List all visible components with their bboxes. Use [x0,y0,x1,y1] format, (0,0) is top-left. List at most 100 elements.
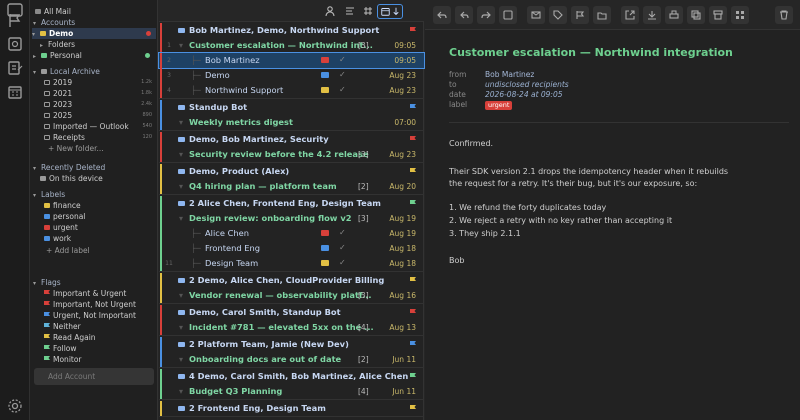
copy-button[interactable] [687,6,705,24]
thread-subject-row[interactable]: ▾ Weekly metrics digest 07:00 [159,115,424,130]
archive-folder[interactable]: 2019 1.2k [44,77,156,88]
thread-header-row[interactable]: 2 Demo, Alice Chen, CloudProvider Billin… [159,273,424,288]
section-local-archive[interactable]: ▾ Local Archive [33,66,100,77]
expand-arrow-icon[interactable]: ▾ [179,384,183,399]
move-button[interactable] [593,6,611,24]
flag-filter[interactable]: Important & Urgent [44,288,126,299]
folder-all-mail[interactable]: All Mail [35,6,71,17]
flag-filter[interactable]: Read Again [44,332,96,343]
open-window-button[interactable] [621,6,639,24]
archive-folder[interactable]: Receipts 120 [44,132,156,143]
add-account-button[interactable]: Add Account [34,368,154,385]
expand-arrow-icon[interactable]: ▾ [179,352,183,367]
thread-subject-row[interactable]: ▾ Incident #781 — elevated 5xx on the ...… [159,320,424,335]
thread-header-row[interactable]: 4 Demo, Carol Smith, Bob Martinez, Alice… [159,369,424,384]
thread-header-row[interactable]: 2 Frontend Eng, Design Team [159,401,424,416]
archive-folder[interactable]: 2025 890 [44,110,156,121]
thread-header-row[interactable]: Demo, Bob Martinez, Security [159,132,424,147]
thread-subject-row[interactable]: ▾ Q4 hiring plan — platform team [2] Aug 20 [159,179,424,194]
reply-all-button[interactable] [455,6,473,24]
account-demo[interactable]: ▾ Demo [32,28,156,39]
flag-filter[interactable]: Important, Not Urgent [44,299,136,310]
text-filter-icon[interactable] [344,5,356,17]
download-button[interactable] [643,6,661,24]
on-this-device[interactable]: On this device [40,173,103,184]
mark-read-button[interactable] [527,6,545,24]
edit-button[interactable] [499,6,517,24]
thread-subject-row[interactable]: ▾ Design review: onboarding flow v2 [3] Aug… [159,211,424,226]
flag-icon[interactable] [410,277,416,283]
label-button[interactable] [549,6,567,24]
flag-icon[interactable] [410,405,416,411]
thread-header-row[interactable]: 2 Platform Team, Jamie (New Dev) [159,337,424,352]
apps-button[interactable] [731,6,749,24]
flag-icon[interactable] [410,200,416,206]
sort-date-button[interactable] [377,4,403,19]
sender-name[interactable]: Bob Martinez [485,70,534,80]
flag-icon[interactable] [410,373,416,379]
forward-button[interactable] [477,6,495,24]
archive-icon[interactable] [7,36,23,52]
thread-subject-row[interactable]: ▾ Vendor renewal — observability platf...… [159,288,424,303]
compose-icon[interactable] [7,60,23,76]
thread-subject-row[interactable]: 1 ▾ Customer escalation — Northwind int...… [159,38,424,53]
expand-arrow-icon[interactable]: ▾ [179,147,183,162]
message-row[interactable]: 11 ├─ Design Team ✓ Aug 18 [159,256,424,271]
label-item[interactable]: finance [44,200,81,211]
section-recently-deleted[interactable]: ▾ Recently Deleted [33,162,105,173]
flag-button[interactable] [571,6,589,24]
folder-folders[interactable]: ▸ Folders [40,39,75,50]
section-accounts[interactable]: ▾ Accounts [33,17,75,28]
calendar-icon[interactable] [7,84,23,100]
new-folder-button[interactable]: + New folder... [48,143,104,154]
message-row[interactable]: 3 ├─ Demo ✓ Aug 23 [159,68,424,83]
archive-button[interactable] [709,6,727,24]
message-row[interactable]: 2 ├─ Bob Martinez ✓ 09:05 [158,52,425,69]
archive-folder[interactable]: 2023 2.4k [44,99,156,110]
section-flags[interactable]: ▾ Flags [33,277,61,288]
thread-header-row[interactable]: Standup Bot [159,100,424,115]
archive-folder[interactable]: 2021 1.8k [44,88,156,99]
archive-folder[interactable]: Imported — Outlook 540 [44,121,156,132]
reply-button[interactable] [433,6,451,24]
flag-icon[interactable] [410,168,416,174]
flag-filter[interactable]: Monitor [44,354,82,365]
add-label-button[interactable]: + Add label [46,245,90,256]
flag-filter[interactable]: Neither [44,321,81,332]
expand-arrow-icon[interactable]: ▾ [179,211,183,226]
flag-icon[interactable] [410,341,416,347]
urgent-label-badge[interactable]: urgent [485,101,513,110]
thread-subject-row[interactable]: ▾ Security review before the 4.2 release[… [159,147,424,162]
thread-subject-row[interactable]: ▾ Budget Q3 Planning [4] Jun 11 [159,384,424,399]
label-item[interactable]: personal [44,211,85,222]
flag-icon[interactable] [7,12,23,28]
flag-icon[interactable] [410,27,416,33]
message-row[interactable]: 4 ├─ Northwind Support ✓ Aug 23 [159,83,424,98]
expand-arrow-icon[interactable]: ▾ [179,320,183,335]
thread-header-row[interactable]: Demo, Product (Alex) [159,164,424,179]
message-row[interactable]: ├─ Frontend Eng ✓ Aug 18 [159,241,424,256]
label-item[interactable]: work [44,233,71,244]
account-personal[interactable]: ▸ Personal [33,50,155,61]
print-button[interactable] [665,6,683,24]
label-item[interactable]: urgent [44,222,78,233]
flag-filter[interactable]: Follow [44,343,77,354]
expand-arrow-icon[interactable]: ▾ [179,38,183,53]
flag-icon[interactable] [410,104,416,110]
person-filter-icon[interactable] [324,5,336,17]
flag-filter[interactable]: Urgent, Not Important [44,310,136,321]
message-row[interactable]: ├─ Alice Chen ✓ Aug 19 [159,226,424,241]
expand-arrow-icon[interactable]: ▾ [179,179,183,194]
delete-button[interactable] [775,6,793,24]
flag-icon[interactable] [410,309,416,315]
section-labels[interactable]: ▾ Labels [33,189,65,200]
thread-header-row[interactable]: Demo, Carol Smith, Standup Bot [159,305,424,320]
thread-subject-row[interactable]: ▾ Onboarding docs are out of date [2] Jun 1… [159,352,424,367]
attachment-filter-icon[interactable] [362,5,374,17]
thread-header-row[interactable]: 2 Alice Chen, Frontend Eng, Design Team [159,196,424,211]
thread-header-row[interactable]: Bob Martinez, Demo, Northwind Support [159,23,424,38]
expand-arrow-icon[interactable]: ▾ [179,288,183,303]
settings-gear-icon[interactable] [7,398,23,414]
expand-arrow-icon[interactable]: ▾ [179,115,183,130]
flag-icon[interactable] [410,136,416,142]
